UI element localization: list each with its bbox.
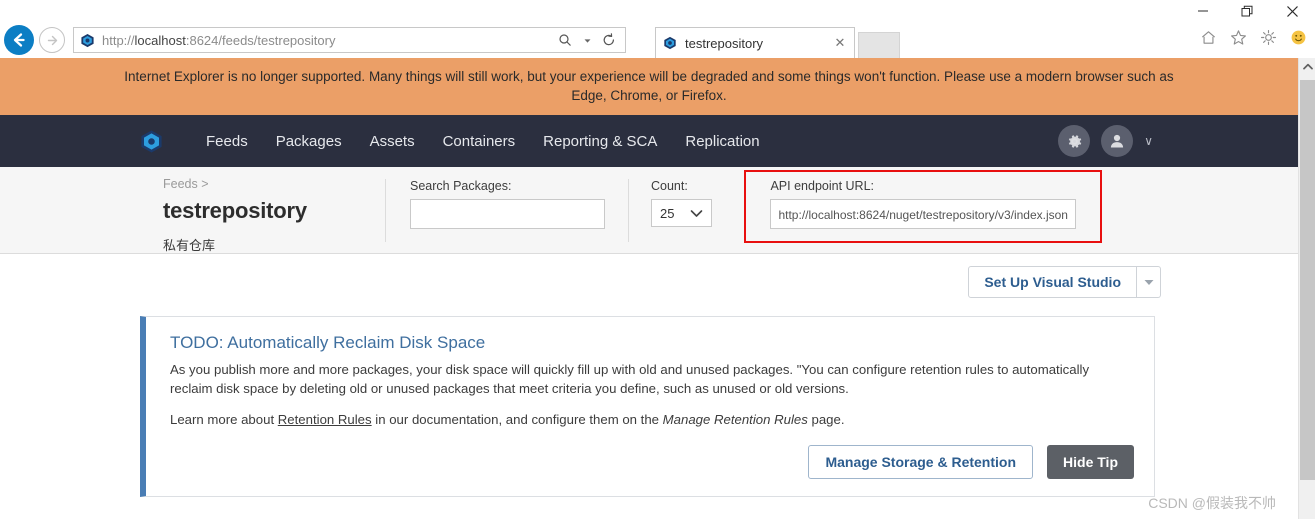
breadcrumb[interactable]: Feeds >: [163, 177, 385, 191]
back-arrow-icon: [13, 33, 25, 47]
nav-item-containers[interactable]: Containers: [429, 133, 530, 150]
settings-button[interactable]: [1058, 125, 1091, 157]
nav-item-assets[interactable]: Assets: [356, 133, 429, 150]
chevron-down-icon: [690, 206, 703, 221]
user-avatar-icon: [1111, 134, 1124, 148]
tab-testrepository[interactable]: testrepository ✕: [655, 27, 855, 58]
nav-item-reporting-sca[interactable]: Reporting & SCA: [529, 133, 671, 150]
gear-icon: [1068, 134, 1082, 148]
scrollbar-thumb[interactable]: [1300, 80, 1315, 480]
minimize-button[interactable]: [1180, 0, 1225, 22]
setup-visual-studio-split-button: Set Up Visual Studio: [968, 266, 1161, 298]
tools-gear-icon[interactable]: [1257, 26, 1279, 48]
ie-deprecation-banner: Internet Explorer is no longer supported…: [0, 58, 1298, 115]
search-input[interactable]: [410, 199, 605, 229]
address-text: http://localhost:8624/feeds/testreposito…: [102, 32, 336, 48]
tip-title: TODO: Automatically Reclaim Disk Space: [170, 333, 486, 352]
divider: [628, 179, 629, 242]
user-menu-button[interactable]: [1101, 125, 1134, 157]
window-controls: [1180, 0, 1315, 22]
divider: [385, 179, 386, 242]
tip-p2-pre: Learn more about: [170, 412, 278, 427]
favorites-star-icon[interactable]: [1227, 26, 1249, 48]
nav-item-packages[interactable]: Packages: [262, 133, 356, 150]
search-packages-label: Search Packages:: [410, 179, 512, 193]
tab-close-icon[interactable]: ✕: [832, 35, 848, 51]
app-navigation-bar: Feeds Packages Assets Containers Reporti…: [0, 115, 1298, 167]
tip-panel: TODO: Automatically Reclaim Disk Space A…: [140, 316, 1155, 497]
title-bar: [0, 0, 1315, 22]
magnifier-icon[interactable]: [555, 29, 575, 51]
address-bar[interactable]: http://localhost:8624/feeds/testreposito…: [73, 27, 626, 53]
setup-visual-studio-button[interactable]: Set Up Visual Studio: [968, 266, 1137, 298]
setup-visual-studio-dropdown[interactable]: [1137, 266, 1161, 298]
forward-arrow-icon: [47, 35, 57, 45]
watermark: CSDN @假装我不帅: [1148, 495, 1276, 511]
api-endpoint-input[interactable]: http://localhost:8624/nuget/testreposito…: [770, 199, 1077, 229]
restore-button[interactable]: [1225, 0, 1270, 22]
manage-retention-rules-emphasis: Manage Retention Rules: [662, 412, 808, 427]
tip-paragraph-1: As you publish more and more packages, y…: [170, 362, 1090, 396]
app-nav-items: Feeds Packages Assets Containers Reporti…: [192, 133, 774, 150]
feed-subheader: Feeds > testrepository 私有仓库 Search Packa…: [0, 167, 1298, 254]
nav-item-replication[interactable]: Replication: [671, 133, 773, 150]
address-favicon: [78, 31, 96, 49]
hide-tip-button[interactable]: Hide Tip: [1047, 445, 1134, 479]
setup-row: Set Up Visual Studio: [0, 254, 1298, 298]
browser-window: http://localhost:8624/feeds/testreposito…: [0, 0, 1315, 519]
feed-identity: Feeds > testrepository 私有仓库: [163, 167, 385, 254]
browser-command-bar: [1197, 26, 1309, 48]
search-packages-field: Search Packages:: [410, 167, 605, 229]
refresh-icon[interactable]: [599, 29, 619, 51]
user-menu-caret-icon[interactable]: ∨: [1144, 134, 1153, 148]
retention-rules-link[interactable]: Retention Rules: [278, 412, 372, 427]
scroll-up-arrow-icon[interactable]: [1299, 58, 1315, 75]
tab-favicon: [662, 35, 678, 51]
vertical-scrollbar[interactable]: [1298, 58, 1315, 519]
close-button[interactable]: [1270, 0, 1315, 22]
proget-logo-icon[interactable]: [138, 128, 164, 154]
caret-down-icon[interactable]: [577, 29, 597, 51]
page-title: testrepository: [163, 198, 307, 223]
tip-p2-post: page.: [807, 412, 845, 427]
manage-storage-retention-button[interactable]: Manage Storage & Retention: [808, 445, 1034, 479]
feed-description: 私有仓库: [163, 238, 216, 253]
address-bar-icons: [555, 29, 621, 51]
tip-paragraph-2: Learn more about Retention Rules in our …: [170, 410, 1134, 429]
tab-strip: testrepository ✕: [655, 25, 900, 58]
count-label: Count:: [651, 179, 688, 193]
tip-actions: Manage Storage & Retention Hide Tip: [170, 445, 1134, 479]
forward-button[interactable]: [39, 27, 65, 53]
feedback-smiley-icon[interactable]: [1287, 26, 1309, 48]
back-button[interactable]: [4, 25, 34, 55]
count-value: 25: [660, 205, 675, 221]
api-endpoint-label: API endpoint URL:: [770, 179, 875, 193]
home-icon[interactable]: [1197, 26, 1219, 48]
count-field: Count: 25: [651, 167, 713, 227]
api-endpoint-highlight-box: API endpoint URL: http://localhost:8624/…: [744, 170, 1103, 243]
page-viewport: Internet Explorer is no longer supported…: [0, 58, 1298, 519]
tip-p2-mid: in our documentation, and configure them…: [371, 412, 663, 427]
nav-item-feeds[interactable]: Feeds: [192, 133, 262, 150]
tab-title: testrepository: [685, 35, 764, 51]
app-nav-right: ∨: [1058, 125, 1153, 157]
new-tab-button[interactable]: [858, 32, 900, 58]
main-content: Set Up Visual Studio TODO: Automatically…: [0, 254, 1298, 497]
count-select[interactable]: 25: [651, 199, 713, 227]
